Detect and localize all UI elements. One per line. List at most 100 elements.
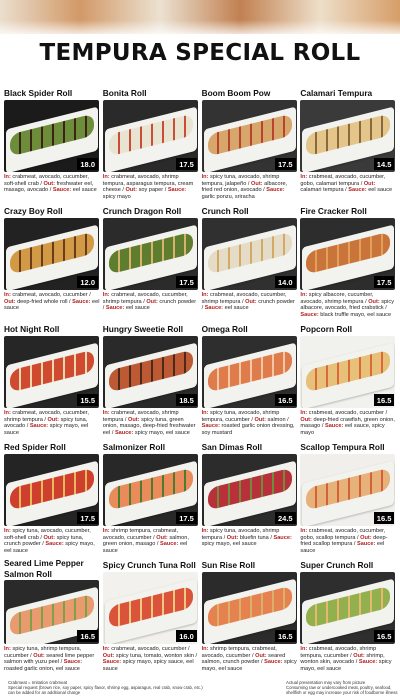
- price-tag: 18.5: [176, 394, 197, 406]
- price-tag: 16.5: [274, 630, 296, 642]
- menu-item-card: Crunch Dragon Roll 17.5 In: crabmeat, avoc…: [102, 204, 201, 322]
- menu-item-photo: 16.5: [300, 572, 396, 644]
- ingredient-out-label: Out:: [368, 298, 380, 305]
- menu-item-description: In: spicy tuna, avocado, cucumber, soft-…: [4, 528, 95, 555]
- ingredient-out-value: deep-fried whole roll: [17, 298, 68, 305]
- ingredient-out-value: spicy tuna, tomato, wonton skin: [115, 652, 194, 659]
- price-tag: 17.5: [373, 276, 395, 288]
- menu-item-name: Sun Rise Roll: [201, 560, 256, 570]
- menu-item-name: Black Spider Roll: [4, 88, 73, 98]
- price-tag: 17.5: [176, 158, 197, 170]
- ingredient-sauce-label: Sauce:: [324, 423, 344, 430]
- menu-item-description: In: crabmeat, avocado, shrimp tempura, c…: [300, 646, 392, 673]
- menu-item-name: San Dimas Roll: [201, 442, 262, 452]
- ingredient-sauce-label: Sauce:: [29, 423, 49, 430]
- menu-item-photo: 24.5: [201, 454, 297, 526]
- ingredient-sauce-label: Sauce:: [63, 659, 83, 666]
- menu-item-card: Boom Boom Pow 17.5 In: spicy tuna, avocado…: [201, 86, 300, 204]
- ingredient-out-label: Out:: [300, 416, 312, 423]
- menu-item-card: Scallop Tempura Roll 16.5 In: crabmeat, av…: [300, 440, 398, 558]
- price-tag: 14.5: [373, 158, 395, 170]
- menu-item-card: Crazy Boy Roll 12.0 In: crabmeat, avocado,…: [4, 204, 102, 322]
- ingredient-sauce-label: Sauce:: [72, 298, 91, 305]
- ingredient-out-label: Out:: [33, 652, 45, 659]
- ingredient-in-label: In:: [102, 292, 110, 298]
- ingredient-sauce-label: Sauce:: [102, 659, 122, 666]
- ingredient-sauce-value: eel sauce: [72, 187, 97, 194]
- ingredient-out-label: Out:: [353, 652, 365, 659]
- menu-item-name: Crunch Dragon Roll: [102, 206, 182, 216]
- menu-item-card: Calamari Tempura 14.5 In: crabmeat, avocad…: [300, 86, 398, 204]
- ingredient-sauce-label: Sauce:: [114, 430, 134, 437]
- ingredient-sauce-label: Sauce:: [266, 187, 285, 194]
- menu-item-name: Bonita Roll: [102, 88, 147, 98]
- ingredient-sauce-label: Sauce:: [201, 423, 220, 430]
- footer-special-request-note: Special request (brown rice, soy paper, …: [8, 685, 203, 696]
- menu-item-photo: 17.5: [102, 454, 198, 526]
- ingredient-in-value: spicy albacore, cucumber, avocado, shrim…: [300, 292, 374, 305]
- ingredient-out-label: Out:: [251, 180, 263, 187]
- menu-item-photo: 17.5: [102, 218, 198, 290]
- menu-item-name: Omega Roll: [201, 324, 248, 334]
- ingredient-in-label: In:: [300, 410, 308, 416]
- menu-item-card: Fire Cracker Roll 17.5 In: spicy albacore,…: [300, 204, 398, 322]
- menu-item-photo: 16.5: [300, 336, 396, 408]
- ingredient-out-label: Out:: [102, 652, 115, 659]
- ingredient-out-label: Out:: [255, 652, 267, 659]
- price-tag: 14.0: [274, 276, 296, 288]
- menu-item-photo: 14.5: [300, 100, 396, 172]
- price-tag: 16.5: [77, 630, 98, 642]
- ingredient-sauce-label: Sauce:: [105, 305, 125, 312]
- price-tag: 16.5: [373, 394, 395, 406]
- menu-item-description: In: crabmeat, avocado, cucumber, soft-sh…: [4, 174, 97, 194]
- ingredient-sauce-value: eel sauce: [125, 305, 150, 312]
- page-title: TEMPURA SPECIAL ROLL: [39, 40, 361, 66]
- ingredient-in-label: In:: [4, 174, 11, 180]
- menu-item-description: In: crabmeat, avocado, cucumber / Out: d…: [4, 292, 100, 312]
- ingredient-out-label: Out:: [156, 534, 168, 541]
- menu-item-description: In: spicy albacore, cucumber, avocado, s…: [300, 292, 394, 319]
- menu-item-description: In: crabmeat, avocado, cucumber, shrimp …: [4, 410, 89, 437]
- ingredient-sauce-value: eel sauce: [368, 187, 393, 194]
- ingredient-in-label: In:: [300, 646, 308, 652]
- menu-item-card: Hot Night Roll 15.5 In: crabmeat, avocado,…: [4, 322, 102, 440]
- price-tag: 12.0: [77, 276, 98, 288]
- ingredient-sauce-value: garlic ponzu, sriracha: [201, 194, 255, 201]
- footer-right-note: Actual presentation may vary from pictur…: [286, 680, 398, 696]
- menu-item-name: Hot Night Roll: [4, 324, 60, 334]
- ingredient-out-label: Out:: [125, 187, 138, 194]
- menu-item-name: Spicy Crunch Tuna Roll: [102, 560, 196, 570]
- menu-item-description: In: crabmeat, avocado, cucumber, gobo, s…: [300, 528, 388, 555]
- ingredient-sauce-value: spicy mayo, eel sauce: [201, 541, 257, 548]
- ingredient-out-label: Out:: [245, 298, 257, 305]
- ingredient-in-label: In:: [300, 174, 308, 180]
- menu-item-card: Red Spider Roll 17.5 In: spicy tuna, avoca…: [4, 440, 102, 558]
- ingredient-out-value: calamari tempura: [300, 187, 344, 194]
- menu-item-name: Crunch Roll: [201, 206, 249, 216]
- menu-item-photo: 16.5: [300, 454, 396, 526]
- menu-item-description: In: crabmeat, avocado, cucumber / Out: d…: [300, 410, 395, 437]
- ingredient-in-label: In:: [201, 646, 209, 652]
- ingredient-sauce-value: roasted garlic onion, eel sauce: [4, 666, 80, 673]
- ingredient-out-value: crunch powder: [258, 298, 295, 305]
- ingredient-out-label: Out:: [254, 416, 266, 423]
- menu-grid: Black Spider Roll 18.0 In: crabmeat, avoca…: [4, 86, 398, 676]
- ingredient-out-label: Out:: [146, 298, 158, 305]
- menu-item-card: Hungry Sweetie Roll 18.5 In: crabmeat, avo…: [102, 322, 201, 440]
- ingredient-in-label: In:: [4, 292, 11, 298]
- menu-item-photo: 12.0: [4, 218, 99, 290]
- ingredient-sauce-value: eel sauce: [224, 305, 249, 312]
- menu-item-card: Omega Roll 16.5 In: spicy tuna, avocado, s…: [201, 322, 300, 440]
- menu-item-description: In: spicy tuna, avocado, shrimp tempura,…: [201, 410, 295, 437]
- menu-item-description: In: crabmeat, avocado, shrimp tempura, a…: [102, 174, 194, 201]
- menu-item-photo: 18.5: [102, 336, 198, 408]
- menu-item-card: Seared Lime Pepper Salmon Roll 16.5 In: sp…: [4, 558, 102, 676]
- price-tag: 16.5: [373, 512, 395, 524]
- ingredient-in-label: In:: [102, 646, 110, 652]
- ingredient-sauce-value: black truffle mayo, eel sauce: [320, 312, 392, 319]
- menu-item-name: Red Spider Roll: [4, 442, 66, 452]
- ingredient-in-label: In:: [4, 410, 11, 416]
- ingredient-out-label: Out:: [4, 298, 16, 305]
- ingredient-in-value: crabmeat, avocado, cucumber: [308, 410, 385, 416]
- ingredient-sauce-label: Sauce:: [358, 659, 378, 666]
